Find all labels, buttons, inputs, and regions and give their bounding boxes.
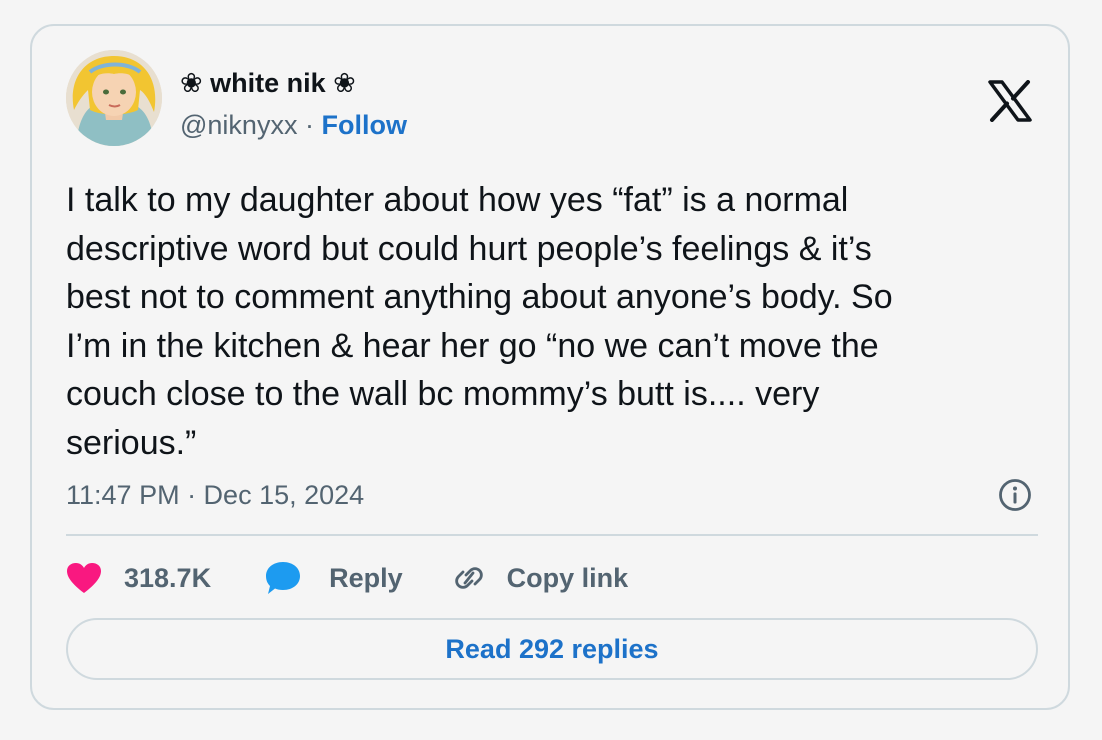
like-button[interactable]: 318.7K xyxy=(66,562,211,594)
tweet-text-line: I talk to my daughter about how yes “fat… xyxy=(66,181,849,219)
handle-separator: · xyxy=(304,110,314,140)
copy-link-label: Copy link xyxy=(506,562,629,593)
tweet-text: I talk to my daughter about how yes “fat… xyxy=(66,176,1046,467)
action-bar: 318.7K Reply Copy link xyxy=(66,556,628,600)
heart-icon xyxy=(67,563,101,593)
tweet-text-line: best not to comment anything about anyon… xyxy=(66,278,893,316)
follow-button[interactable]: Follow xyxy=(321,110,406,140)
display-name[interactable]: ❀ white nik ❀ xyxy=(180,66,407,100)
reply-button[interactable]: Reply xyxy=(265,561,403,595)
like-count: 318.7K xyxy=(124,562,212,593)
tweet-text-line: serious.” xyxy=(66,423,197,462)
speech-bubble-icon xyxy=(266,562,301,594)
handle-row: @niknyxx · Follow xyxy=(180,108,407,142)
x-logo-icon[interactable] xyxy=(988,80,1032,122)
read-replies-button[interactable]: Read 292 replies xyxy=(66,618,1038,680)
read-replies-label: Read 292 replies xyxy=(445,633,659,664)
user-handle[interactable]: @niknyxx xyxy=(180,110,297,140)
avatar-image xyxy=(66,50,162,146)
divider xyxy=(66,534,1038,536)
copy-link-button[interactable]: Copy link xyxy=(451,562,629,594)
tweet-header: ❀ white nik ❀ @niknyxx · Follow xyxy=(66,50,1038,146)
tweet-text-line: I’m in the kitchen & hear her go “no we … xyxy=(66,326,879,365)
tweet-text-line: descriptive word but could hurt people’s… xyxy=(66,229,872,268)
tweet-text-line: couch close to the wall bc mommy’s butt … xyxy=(66,375,820,413)
reply-label: Reply xyxy=(329,562,403,593)
tweet-timestamp[interactable]: 11:47 PM · Dec 15, 2024 xyxy=(66,478,364,512)
author-info: ❀ white nik ❀ @niknyxx · Follow xyxy=(180,66,407,142)
tweet-card: ❀ white nik ❀ @niknyxx · Follow I talk t… xyxy=(30,24,1070,710)
info-icon[interactable] xyxy=(998,478,1032,512)
avatar[interactable] xyxy=(66,50,162,146)
link-icon xyxy=(454,567,483,589)
